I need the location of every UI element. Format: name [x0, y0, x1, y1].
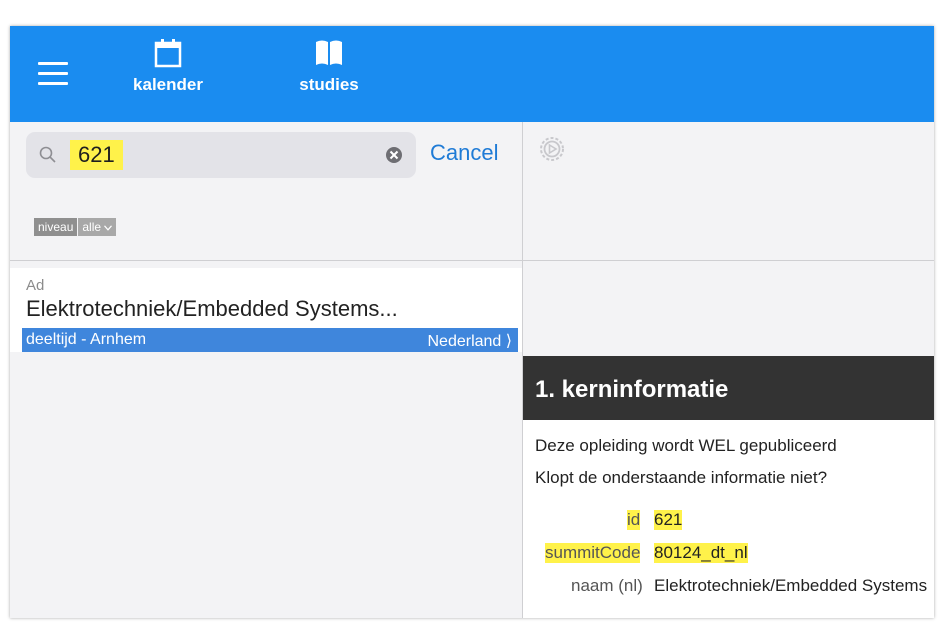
nav-studies[interactable]: studies — [274, 38, 384, 95]
divider — [10, 260, 522, 261]
clear-icon[interactable] — [384, 145, 404, 165]
niveau-filter[interactable]: niveau alle — [34, 218, 117, 236]
chevron-down-icon — [104, 225, 113, 231]
info-question-text: Klopt de onderstaande informatie niet? — [535, 468, 828, 487]
result-detail-bar[interactable]: deeltijd - Arnhem Nederland ⟩ — [22, 328, 518, 352]
list-item[interactable]: Ad Elektrotechniek/Embedded Systems... d… — [10, 268, 522, 352]
filter-value: alle — [82, 220, 102, 234]
nav-kalender[interactable]: kalender — [113, 38, 223, 95]
book-icon — [316, 40, 342, 65]
search-panel: 621 Cancel niveau alle Ad Elektrotechniek… — [10, 122, 522, 618]
gear-icon[interactable] — [537, 134, 567, 164]
result-level: Ad — [26, 277, 45, 294]
filter-value-dropdown[interactable]: alle — [78, 218, 117, 236]
field-value-summitcode: 80124_dt_nl — [654, 543, 748, 563]
divider — [523, 260, 934, 261]
field-key-naam: naam (nl) — [571, 576, 643, 595]
field-key-id: id — [627, 510, 641, 530]
detail-panel: 1. kerninformatie Deze opleiding wordt W… — [523, 122, 934, 618]
info-card: 1. kerninformatie Deze opleiding wordt W… — [523, 356, 934, 618]
top-bar: kalender studies — [10, 26, 934, 122]
field-value-id: 621 — [654, 510, 683, 530]
field-value-naam: Elektrotechniek/Embedded Systems — [654, 576, 928, 595]
search-icon — [39, 146, 56, 163]
calendar-icon — [154, 39, 182, 68]
field-key-summitcode: summitCode — [545, 543, 641, 563]
filter-label: niveau — [34, 218, 78, 236]
section-heading: 1. kerninformatie — [523, 356, 934, 420]
nav-kalender-label: kalender — [133, 75, 203, 94]
search-query: 621 — [70, 140, 123, 170]
publish-status-text: Deze opleiding wordt WEL gepubliceerd — [535, 436, 837, 455]
nav-studies-label: studies — [299, 75, 359, 94]
result-detail: deeltijd - Arnhem — [26, 331, 147, 348]
search-input[interactable]: 621 — [26, 132, 416, 178]
app-window: kalender studies 621 Cancel niveau alle … — [10, 26, 934, 618]
cancel-button[interactable]: Cancel — [430, 140, 498, 166]
result-title: Elektrotechniek/Embedded Systems... — [26, 296, 398, 321]
result-country: Nederland ⟩ — [427, 333, 512, 350]
hamburger-menu-icon[interactable] — [38, 62, 68, 86]
